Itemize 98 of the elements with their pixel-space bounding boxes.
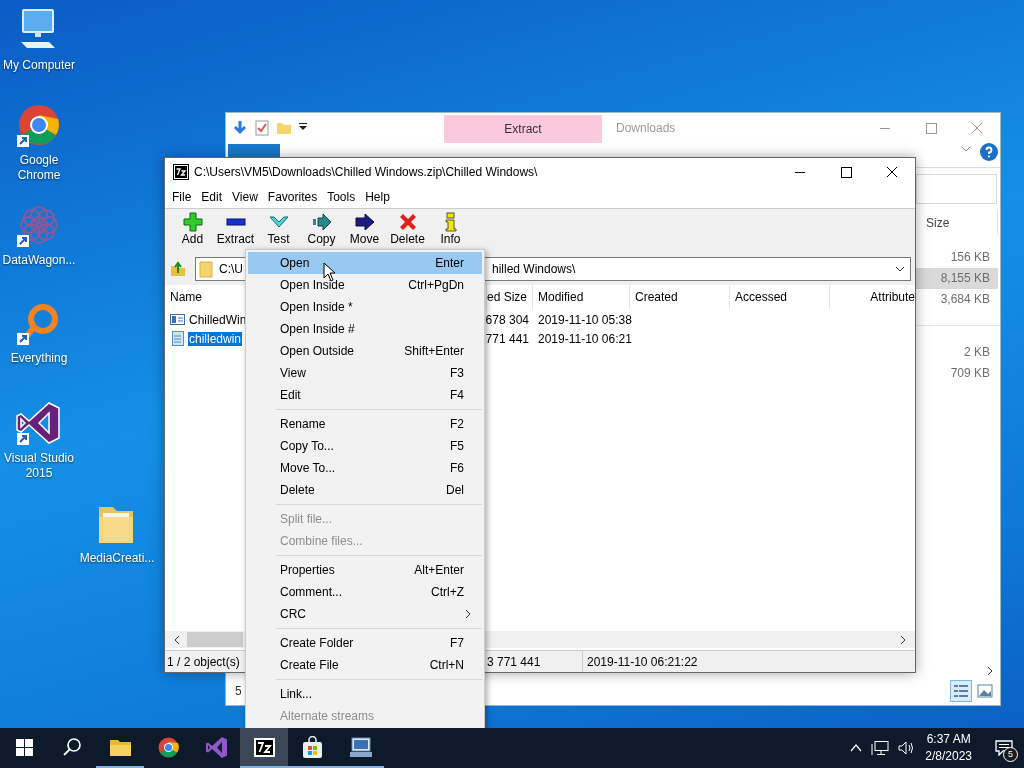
column-header[interactable]: Created — [630, 285, 730, 309]
status-text: 1 / 2 object(s) — [167, 654, 240, 669]
menu-item[interactable]: Edit F4 — [248, 384, 482, 406]
scroll-right-icon[interactable] — [986, 666, 994, 676]
speaker-icon[interactable] — [897, 740, 916, 756]
button-label: Extract — [216, 233, 255, 246]
item-count: 5 — [235, 684, 242, 698]
taskbar-button[interactable] — [240, 728, 288, 768]
details-view-icon[interactable] — [950, 680, 972, 702]
clock-time[interactable]: 6:37 AM — [925, 731, 972, 748]
toolbar-button[interactable]: Add — [171, 212, 214, 246]
status-text: 2019-11-10 06:21:22 — [587, 654, 698, 669]
menu-item[interactable]: Move To... F6 — [248, 457, 482, 479]
menu-item[interactable]: Link... — [248, 683, 482, 705]
status-text: 3 771 441 — [487, 654, 541, 669]
size-cell: 8,155 KB — [916, 268, 998, 289]
menu-item[interactable]: Open Inside # — [248, 318, 482, 340]
plus-icon — [182, 212, 203, 232]
notification-button[interactable]: 5 — [984, 728, 1024, 768]
column-header[interactable]: Modified — [533, 285, 630, 309]
contextual-tab-header: Extract — [444, 115, 602, 143]
button-label: Move — [349, 233, 380, 246]
address-text: C:\U — [219, 262, 243, 276]
infinity-logo-icon[interactable] — [15, 401, 63, 447]
down-arrow-icon[interactable] — [232, 120, 248, 136]
up-folder-icon[interactable] — [169, 260, 187, 278]
help-icon[interactable] — [980, 143, 998, 161]
menu-item[interactable]: Open Inside * — [248, 296, 482, 318]
menu-item[interactable]: Open Enter — [248, 252, 482, 274]
table-cell: 771 441 — [485, 331, 529, 346]
button-label: Info — [440, 233, 461, 246]
table-cell: 2019-11-10 06:21 — [538, 331, 632, 346]
window-title: Downloads — [616, 121, 676, 135]
menu-item[interactable]: Edit — [196, 190, 228, 204]
icon-label[interactable]: Google Chrome — [1, 153, 77, 183]
menu-item[interactable]: View — [227, 190, 263, 204]
monitor-icon — [348, 735, 372, 759]
menu-item[interactable]: Help — [360, 190, 395, 204]
table-cell: 2019-11-10 05:38 — [538, 312, 632, 327]
button-label: Test — [267, 233, 290, 246]
menu-item[interactable]: Create Folder F7 — [248, 632, 482, 654]
window-title: C:\Users\VM5\Downloads\Chilled Windows.zip\Chilled Windows\ — [194, 165, 538, 179]
column-header[interactable]: Accessed — [730, 285, 830, 309]
toolbar-button[interactable]: Test — [257, 212, 300, 246]
file-icon — [170, 331, 186, 346]
checklist-icon[interactable] — [254, 120, 270, 136]
infinity-logo-icon — [204, 735, 228, 759]
notification-badge: 5 — [1003, 747, 1018, 762]
file-name[interactable]: chilledwin — [188, 331, 243, 346]
network-icon[interactable] — [871, 740, 890, 756]
menu-item[interactable]: Properties Alt+Enter — [248, 559, 482, 581]
menu-item[interactable]: Rename F2 — [248, 413, 482, 435]
menu-item[interactable]: Copy To... F5 — [248, 435, 482, 457]
icon-label[interactable]: MediaCreati... — [79, 551, 155, 566]
cursor-icon — [323, 262, 337, 282]
menu-item[interactable]: Tools — [322, 190, 361, 204]
scrollbar-thumb[interactable] — [187, 632, 243, 647]
toolbar-button[interactable]: Info — [429, 212, 472, 246]
scroll-right-icon[interactable] — [899, 634, 907, 645]
column-header[interactable]: ed Size — [487, 285, 533, 309]
column-header[interactable]: Attribute — [830, 285, 915, 309]
address-text: hilled Windows\ — [492, 262, 576, 276]
size-cell-text: 709 KB — [949, 365, 991, 382]
folder-icon — [199, 260, 213, 278]
arrow-right-icon — [311, 212, 332, 232]
search-field[interactable] — [916, 174, 997, 204]
arrow-right-icon — [354, 212, 375, 232]
button-label: Delete — [390, 233, 425, 246]
clock-date[interactable]: 2/8/2023 — [925, 748, 972, 765]
scroll-left-icon[interactable] — [173, 634, 181, 645]
toolbar-button[interactable]: Delete — [386, 212, 429, 246]
toolbar-button[interactable]: Copy — [300, 212, 343, 246]
icon-label[interactable]: Everything — [1, 351, 77, 366]
size-cell-text: 3,684 KB — [939, 291, 991, 308]
app-logo-icon — [173, 164, 189, 180]
icon-label[interactable]: My Computer — [1, 58, 77, 73]
size-cell-text: 2 KB — [963, 344, 991, 361]
message-icon — [995, 740, 1013, 756]
menu-item[interactable]: View F3 — [248, 362, 482, 384]
menu-item[interactable]: Create File Ctrl+N — [248, 654, 482, 676]
menu-item[interactable]: CRC — [248, 603, 482, 625]
file-name[interactable]: ChilledWin — [188, 312, 248, 327]
menu-item[interactable]: Delete Del — [248, 479, 482, 501]
menu-item[interactable]: Favorites — [262, 190, 323, 204]
menu-item[interactable]: Open Outside Shift+Enter — [248, 340, 482, 362]
chrome-icon — [156, 735, 180, 759]
toolbar-button[interactable]: Move — [343, 212, 386, 246]
toolbar-button[interactable]: Extract — [214, 212, 257, 246]
size-cell-text: 156 KB — [949, 249, 991, 266]
menu-item[interactable]: File — [167, 190, 197, 204]
shopping-bag-icon — [300, 735, 324, 759]
table-cell: 678 304 — [485, 312, 529, 327]
icon-label[interactable]: DataWagon... — [1, 253, 77, 268]
document-icon — [170, 312, 186, 327]
button-label: Copy — [307, 233, 336, 246]
app-logo-icon — [252, 735, 276, 759]
menu-item[interactable]: Comment... Ctrl+Z — [248, 581, 482, 603]
button-label: Add — [181, 233, 204, 246]
